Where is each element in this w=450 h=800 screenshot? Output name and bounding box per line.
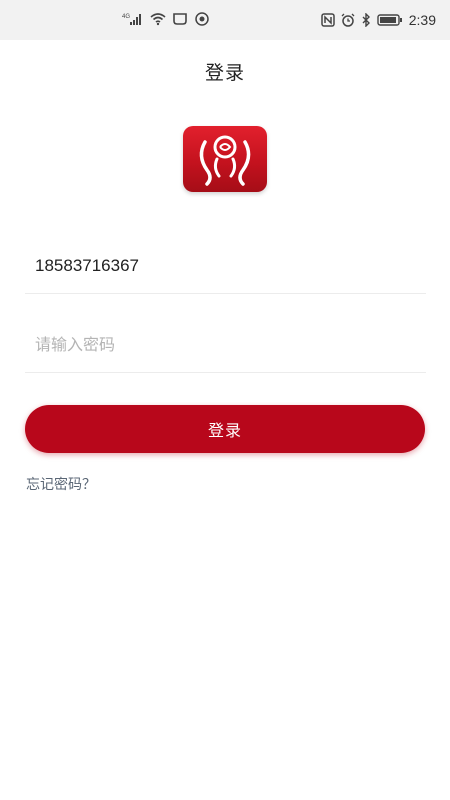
status-time: 2:39 [408, 12, 436, 28]
signal-icon: 4G [122, 12, 144, 26]
camera-icon [194, 12, 210, 26]
status-bar: 4G 2:39 [0, 0, 450, 40]
message-icon [172, 12, 188, 26]
svg-text:4G: 4G [122, 14, 130, 20]
page-title: 登录 [204, 62, 245, 84]
password-field[interactable] [25, 317, 426, 373]
status-bar-left: 4G [122, 12, 210, 26]
wifi-icon [150, 12, 166, 26]
phone-field[interactable] [25, 238, 426, 294]
phone-input[interactable] [35, 255, 426, 276]
alarm-icon [341, 13, 355, 27]
password-input[interactable] [35, 334, 426, 355]
forgot-password-link[interactable]: 忘记密码？ [26, 474, 96, 494]
bluetooth-icon [361, 13, 371, 27]
nfc-icon [321, 13, 335, 27]
login-button[interactable]: 登录 [25, 405, 425, 453]
battery-icon [377, 13, 403, 27]
status-bar-right: 2:39 [321, 12, 436, 28]
app-logo [183, 126, 267, 192]
